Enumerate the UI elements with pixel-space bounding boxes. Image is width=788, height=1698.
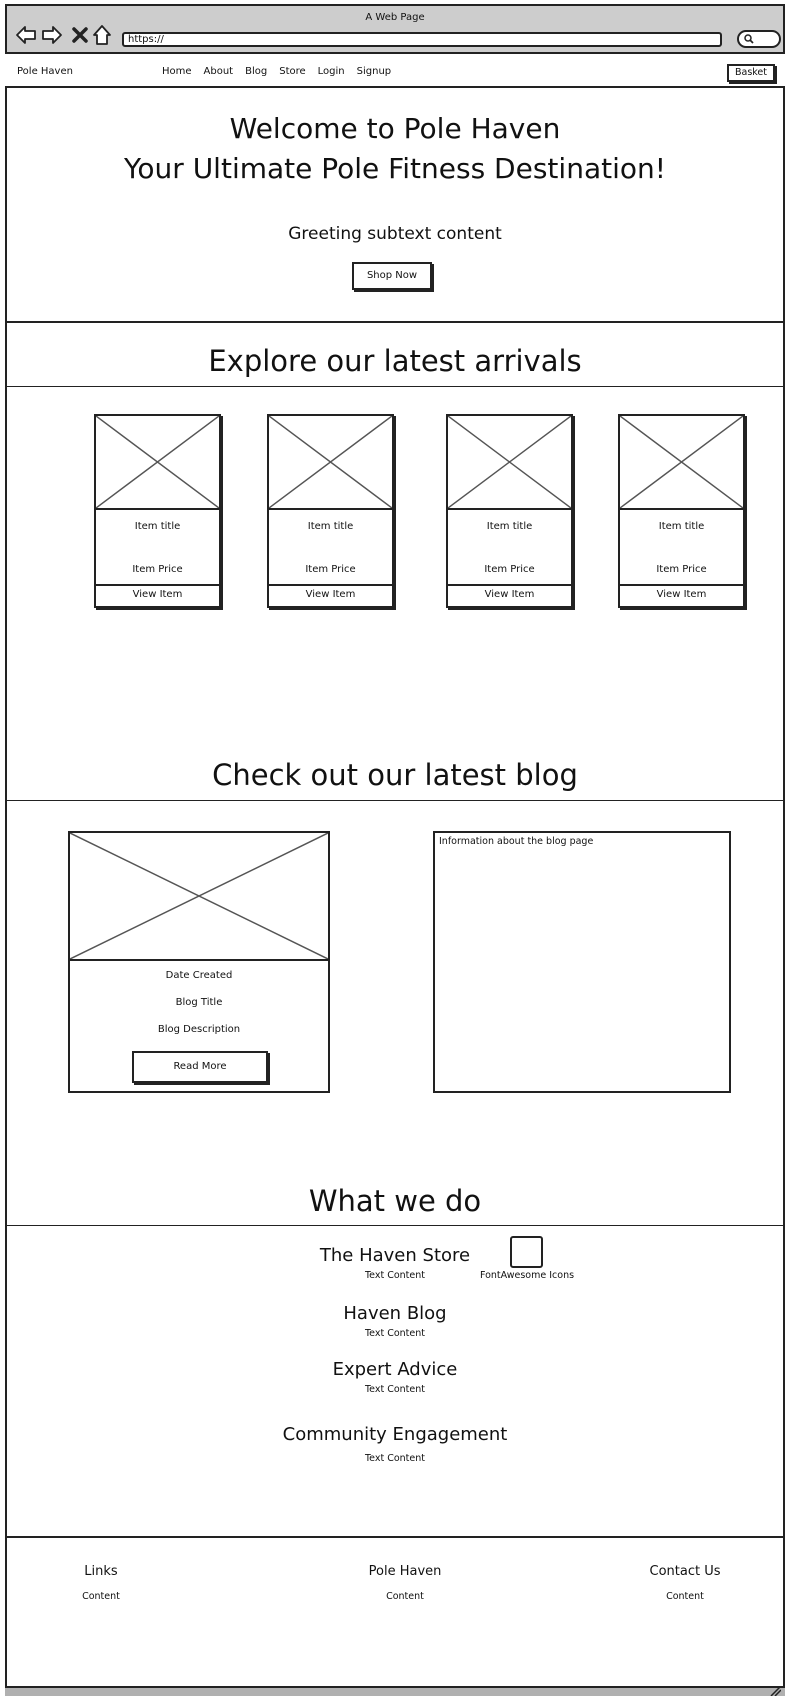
view-item-button[interactable]: View Item — [269, 584, 392, 606]
back-arrow-icon[interactable] — [15, 24, 37, 46]
nav-menu: Home About Blog Store Login Signup — [162, 66, 391, 77]
product-price: Item Price — [484, 564, 535, 575]
hero-section: Welcome to Pole Haven Your Ultimate Pole… — [5, 88, 785, 323]
blog-divider — [5, 800, 785, 801]
product-card: Item title Item Price View Item — [94, 414, 221, 608]
site-footer: Links Content Pole Haven Content Contact… — [5, 1536, 785, 1686]
icon-label: FontAwesome Icons — [479, 1270, 575, 1281]
nav-link-login[interactable]: Login — [318, 66, 345, 77]
arrivals-heading: Explore our latest arrivals — [208, 344, 582, 378]
basket-button[interactable]: Basket — [727, 64, 775, 82]
nav-link-signup[interactable]: Signup — [357, 66, 392, 77]
product-title: Item title — [307, 521, 354, 532]
blog-description: Blog Description — [157, 1024, 241, 1035]
footer-title: Links — [84, 1564, 118, 1579]
browser-toolbar: A Web Page https:// — [5, 4, 785, 54]
footer-title: Pole Haven — [368, 1564, 442, 1579]
what-we-do-heading: What we do — [308, 1184, 482, 1218]
image-placeholder-icon — [448, 416, 571, 510]
brand-name[interactable]: Pole Haven — [17, 66, 73, 77]
close-icon[interactable] — [69, 24, 91, 46]
footer-column-links: Links Content — [61, 1564, 141, 1602]
service-title: Community Engagement — [282, 1424, 508, 1445]
view-item-button[interactable]: View Item — [448, 584, 571, 606]
service-title: Haven Blog — [343, 1303, 447, 1324]
view-item-button[interactable]: View Item — [96, 584, 219, 606]
nav-link-store[interactable]: Store — [279, 66, 305, 77]
image-placeholder-icon — [269, 416, 392, 510]
what-we-do-divider — [5, 1225, 785, 1226]
footer-content: Content — [386, 1591, 424, 1602]
product-card: Item title Item Price View Item — [618, 414, 745, 608]
nav-link-blog[interactable]: Blog — [245, 66, 267, 77]
window-title: A Web Page — [365, 12, 425, 23]
service-title: Expert Advice — [332, 1359, 458, 1380]
hero-subtext: Greeting subtext content — [288, 224, 502, 244]
product-card: Item title Item Price View Item — [446, 414, 573, 608]
search-icon — [744, 34, 754, 44]
product-price: Item Price — [305, 564, 356, 575]
blog-info-panel: Information about the blog page — [433, 831, 731, 1093]
service-text: Text Content — [364, 1270, 425, 1281]
product-price: Item Price — [656, 564, 707, 575]
product-title: Item title — [134, 521, 181, 532]
service-text: Text Content — [364, 1453, 425, 1464]
address-bar[interactable]: https:// — [122, 32, 722, 47]
blog-heading: Check out our latest blog — [212, 758, 578, 792]
service-text: Text Content — [364, 1328, 425, 1339]
blog-card: Date Created Blog Title Blog Description… — [68, 831, 330, 1093]
nav-link-about[interactable]: About — [204, 66, 234, 77]
blog-title: Blog Title — [175, 997, 223, 1008]
service-text: Text Content — [364, 1384, 425, 1395]
hero-title-line1: Welcome to Pole Haven — [229, 112, 561, 145]
fontawesome-icon-placeholder — [510, 1236, 543, 1268]
view-item-button[interactable]: View Item — [620, 584, 743, 606]
status-bar — [5, 1686, 785, 1696]
image-placeholder-icon — [70, 833, 328, 961]
product-card: Item title Item Price View Item — [267, 414, 394, 608]
nav-link-home[interactable]: Home — [162, 66, 192, 77]
footer-column-brand: Pole Haven Content — [355, 1564, 455, 1602]
footer-title: Contact Us — [649, 1564, 721, 1579]
footer-content: Content — [82, 1591, 120, 1602]
product-title: Item title — [658, 521, 705, 532]
footer-column-contact: Contact Us Content — [635, 1564, 735, 1602]
home-icon[interactable] — [91, 24, 113, 46]
site-header: Pole Haven Home About Blog Store Login S… — [5, 54, 785, 88]
service-title: The Haven Store — [319, 1245, 471, 1266]
product-title: Item title — [486, 521, 533, 532]
shop-now-button[interactable]: Shop Now — [352, 262, 432, 290]
browser-search-field[interactable] — [737, 30, 781, 48]
image-placeholder-icon — [620, 416, 743, 510]
blog-date: Date Created — [165, 970, 233, 981]
footer-content: Content — [666, 1591, 704, 1602]
forward-arrow-icon[interactable] — [41, 24, 63, 46]
read-more-button[interactable]: Read More — [132, 1051, 268, 1083]
product-price: Item Price — [132, 564, 183, 575]
resize-grip-icon[interactable] — [769, 1686, 781, 1696]
hero-title-line2: Your Ultimate Pole Fitness Destination! — [124, 152, 666, 185]
arrivals-divider — [5, 386, 785, 387]
image-placeholder-icon — [96, 416, 219, 510]
